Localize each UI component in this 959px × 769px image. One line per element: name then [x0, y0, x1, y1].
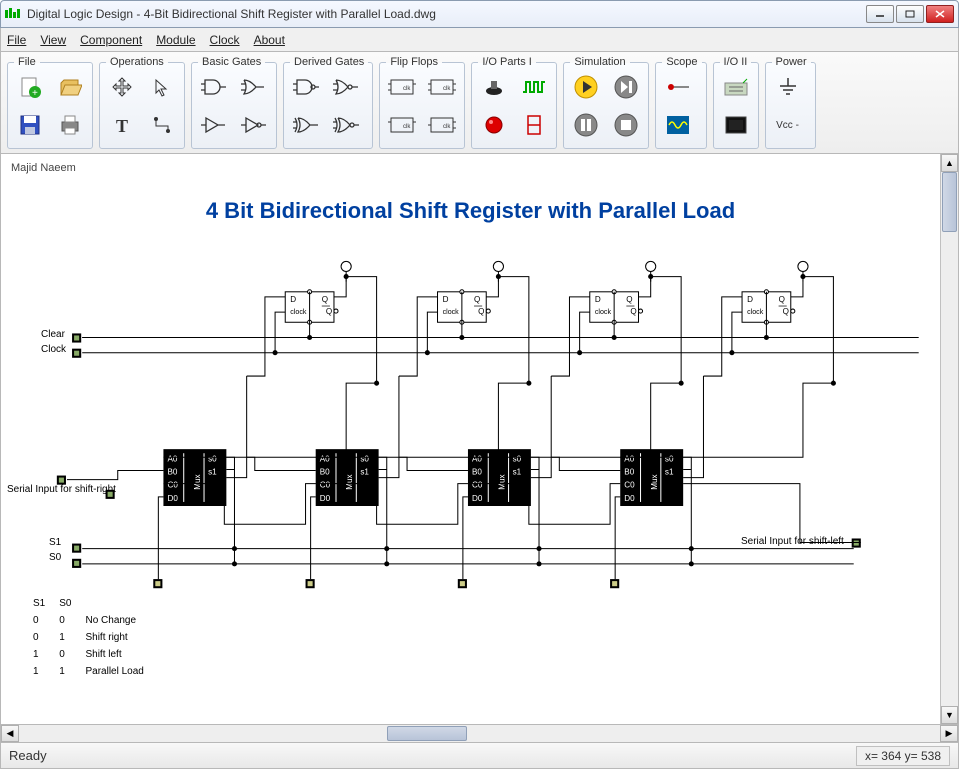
stop-button[interactable]: [608, 108, 644, 142]
status-text: Ready: [9, 748, 856, 763]
ff3-button[interactable]: clk: [384, 108, 420, 142]
step-button[interactable]: [608, 70, 644, 104]
switch-button[interactable]: [476, 70, 512, 104]
xor-gate-button[interactable]: [288, 108, 324, 142]
svg-text:clk: clk: [403, 124, 411, 130]
ribbon-file-label: File: [14, 56, 40, 68]
save-file-button[interactable]: [12, 108, 48, 142]
close-button[interactable]: [926, 5, 954, 23]
ribbon-io-2-label: I/O II: [720, 56, 752, 68]
coordinates: x= 364 y= 538: [856, 746, 950, 766]
probe-button[interactable]: [660, 70, 696, 104]
menubar: File View Component Module Clock About: [0, 28, 959, 52]
menu-file[interactable]: File: [7, 33, 26, 47]
ribbon-scope: Scope: [655, 56, 706, 149]
nand-gate-button[interactable]: [288, 70, 324, 104]
play-button[interactable]: [568, 70, 604, 104]
nor-gate-button[interactable]: [328, 70, 364, 104]
ribbon-power-label: Power: [772, 56, 811, 68]
truth-table: S1S0 00No Change 01Shift right 10Shift l…: [31, 594, 158, 681]
text-tool-button[interactable]: T: [104, 108, 140, 142]
vcc-button[interactable]: Vcc -: [770, 108, 806, 142]
select-tool-button[interactable]: [144, 70, 180, 104]
new-file-button[interactable]: +: [12, 70, 48, 104]
print-button[interactable]: [52, 108, 88, 142]
ribbon-scope-label: Scope: [662, 56, 701, 68]
and-gate-button[interactable]: [196, 70, 232, 104]
canvas[interactable]: Majid Naeem 4 Bit Bidirectional Shift Re…: [1, 154, 940, 724]
ribbon-simulation-label: Simulation: [570, 56, 629, 68]
ribbon-operations: Operations T: [99, 56, 185, 149]
svg-text:clk: clk: [443, 124, 451, 130]
xnor-gate-button[interactable]: [328, 108, 364, 142]
app-icon: [5, 7, 21, 21]
display-button[interactable]: [718, 108, 754, 142]
seven-seg-button[interactable]: [516, 108, 552, 142]
scroll-up-button[interactable]: ▲: [941, 154, 958, 172]
ribbon-simulation: Simulation: [563, 56, 649, 149]
ground-button[interactable]: [770, 70, 806, 104]
pause-button[interactable]: [568, 108, 604, 142]
svg-text:clk: clk: [403, 86, 411, 92]
led-button[interactable]: [476, 108, 512, 142]
vertical-scrollbar[interactable]: ▲ ▼: [940, 154, 958, 724]
ribbon-derived-gates-label: Derived Gates: [290, 56, 368, 68]
ribbon-basic-gates: Basic Gates: [191, 56, 277, 149]
svg-text:+: +: [32, 88, 38, 99]
window-titlebar: Digital Logic Design - 4-Bit Bidirection…: [0, 0, 959, 28]
ribbon-io-2: I/O II: [713, 56, 759, 149]
vcc-label: Vcc -: [776, 120, 799, 131]
scroll-right-button[interactable]: ▶: [940, 725, 958, 742]
window-title: Digital Logic Design - 4-Bit Bidirection…: [27, 7, 866, 21]
ff4-button[interactable]: clk: [424, 108, 460, 142]
menu-component[interactable]: Component: [80, 33, 142, 47]
ribbon-io-1-label: I/O Parts I: [478, 56, 536, 68]
work-area: Majid Naeem 4 Bit Bidirectional Shift Re…: [0, 154, 959, 725]
ribbon-flip-flops-label: Flip Flops: [386, 56, 442, 68]
menu-module[interactable]: Module: [156, 33, 195, 47]
hscroll-thumb[interactable]: [387, 726, 467, 741]
scroll-left-button[interactable]: ◀: [1, 725, 19, 742]
minimize-button[interactable]: [866, 5, 894, 23]
menu-view[interactable]: View: [40, 33, 66, 47]
vscroll-thumb[interactable]: [942, 172, 957, 232]
open-file-button[interactable]: [52, 70, 88, 104]
ribbon-io-1: I/O Parts I: [471, 56, 557, 149]
menu-clock[interactable]: Clock: [210, 33, 240, 47]
svg-text:T: T: [116, 116, 128, 135]
ff2-button[interactable]: clk: [424, 70, 460, 104]
maximize-button[interactable]: [896, 5, 924, 23]
ribbon-power: Power Vcc -: [765, 56, 816, 149]
or-gate-button[interactable]: [236, 70, 272, 104]
buffer-gate-button[interactable]: [196, 108, 232, 142]
keyboard-button[interactable]: [718, 70, 754, 104]
scroll-down-button[interactable]: ▼: [941, 706, 958, 724]
toolbar: File + Operations T Basic Gates: [0, 52, 959, 154]
ribbon-operations-label: Operations: [106, 56, 168, 68]
wire-tool-button[interactable]: [144, 108, 180, 142]
move-tool-button[interactable]: [104, 70, 140, 104]
ribbon-flip-flops: Flip Flops clk clk clk clk: [379, 56, 465, 149]
ff1-button[interactable]: clk: [384, 70, 420, 104]
svg-text:clk: clk: [443, 86, 451, 92]
menu-about[interactable]: About: [254, 33, 285, 47]
clock-source-button[interactable]: [516, 70, 552, 104]
ribbon-file: File +: [7, 56, 93, 149]
ribbon-derived-gates: Derived Gates: [283, 56, 373, 149]
not-gate-button[interactable]: [236, 108, 272, 142]
ribbon-basic-gates-label: Basic Gates: [198, 56, 265, 68]
statusbar: Ready x= 364 y= 538: [0, 743, 959, 769]
scope-button[interactable]: [660, 108, 696, 142]
horizontal-scrollbar[interactable]: ◀ ▶: [0, 725, 959, 743]
